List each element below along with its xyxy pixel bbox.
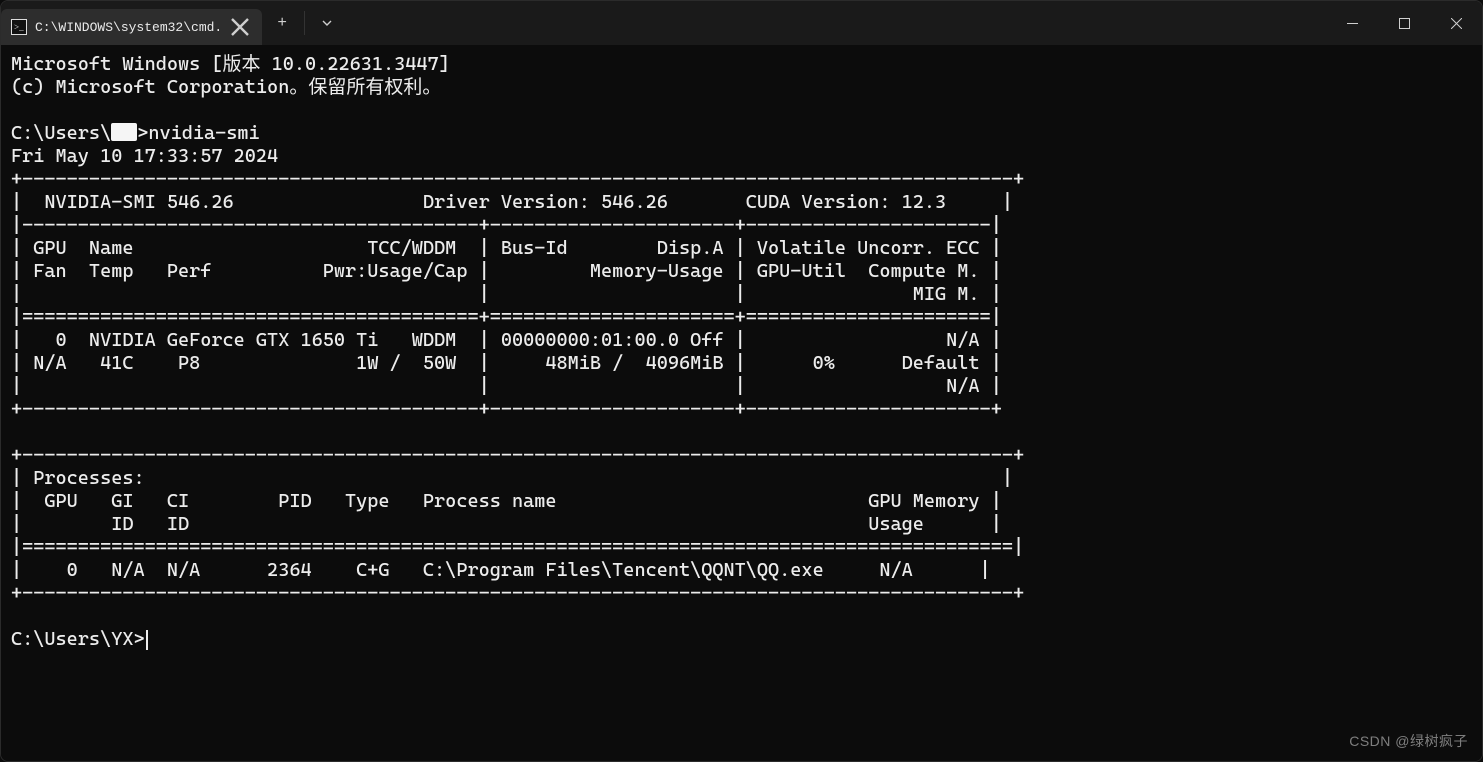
- proc-cols2: | ID ID Usage |: [11, 513, 1002, 535]
- minimize-icon: [1347, 18, 1358, 29]
- proc-sep: |=======================================…: [11, 536, 1024, 558]
- titlebar[interactable]: >_ C:\WINDOWS\system32\cmd. +: [1, 1, 1482, 45]
- prompt-1: C:\Users\>: [11, 122, 148, 144]
- proc-box-top: +---------------------------------------…: [11, 444, 1024, 466]
- box-sep: |---------------------------------------…: [11, 214, 1002, 236]
- smi-header: | NVIDIA-SMI 546.26 Driver Version: 546.…: [11, 191, 1013, 213]
- terminal-output[interactable]: Microsoft Windows [版本 10.0.22631.3447] (…: [1, 45, 1482, 761]
- prompt-2: C:\Users\YX>: [11, 628, 145, 650]
- banner-line2: (c) Microsoft Corporation。保留所有权利。: [11, 76, 441, 98]
- new-tab-button[interactable]: +: [262, 1, 302, 45]
- close-window-button[interactable]: [1430, 1, 1482, 45]
- command-nvidia-smi: nvidia-smi: [148, 122, 259, 144]
- box-top: +---------------------------------------…: [11, 168, 1024, 190]
- box-sep-eq: |=======================================…: [11, 306, 1002, 328]
- proc-row1: | 0 N/A N/A 2364 C+G C:\Program Files\Te…: [11, 559, 991, 581]
- smi-gpu1: | 0 NVIDIA GeForce GTX 1650 Ti WDDM | 00…: [11, 329, 1002, 351]
- cmd-icon: >_: [11, 19, 27, 35]
- banner-line1: Microsoft Windows [版本 10.0.22631.3447]: [11, 53, 450, 75]
- minimize-button[interactable]: [1326, 1, 1378, 45]
- tab-strip: >_ C:\WINDOWS\system32\cmd.: [1, 1, 262, 45]
- tabbar-divider: [304, 11, 305, 35]
- chevron-down-icon: [321, 17, 333, 29]
- tab-title: C:\WINDOWS\system32\cmd.: [35, 20, 222, 35]
- box-bot: +---------------------------------------…: [11, 398, 1002, 420]
- tab-dropdown-button[interactable]: [307, 1, 347, 45]
- tab-cmd[interactable]: >_ C:\WINDOWS\system32\cmd.: [1, 9, 262, 45]
- maximize-icon: [1399, 18, 1410, 29]
- close-icon: [1451, 18, 1462, 29]
- terminal-window: >_ C:\WINDOWS\system32\cmd. + Microsoft …: [0, 0, 1483, 762]
- smi-timestamp: Fri May 10 17:33:57 2024: [11, 145, 278, 167]
- smi-gpu3: | | | N/A |: [11, 375, 1002, 397]
- proc-header: | Processes: |: [11, 467, 1013, 489]
- smi-cols3: | | | MIG M. |: [11, 283, 1002, 305]
- tab-close-button[interactable]: [230, 17, 250, 37]
- watermark: CSDN @绿树疯子: [1349, 731, 1468, 751]
- maximize-button[interactable]: [1378, 1, 1430, 45]
- text-cursor: [146, 630, 148, 650]
- window-controls: [1326, 1, 1482, 45]
- smi-cols1: | GPU Name TCC/WDDM | Bus-Id Disp.A | Vo…: [11, 237, 1002, 259]
- proc-cols1: | GPU GI CI PID Type Process name GPU Me…: [11, 490, 1002, 512]
- smi-cols2: | Fan Temp Perf Pwr:Usage/Cap | Memory-U…: [11, 260, 1002, 282]
- redacted-username: [111, 123, 137, 141]
- proc-box-bot: +---------------------------------------…: [11, 582, 1024, 604]
- smi-gpu2: | N/A 41C P8 1W / 50W | 48MiB / 4096MiB …: [11, 352, 1002, 374]
- svg-text:>_: >_: [14, 22, 24, 32]
